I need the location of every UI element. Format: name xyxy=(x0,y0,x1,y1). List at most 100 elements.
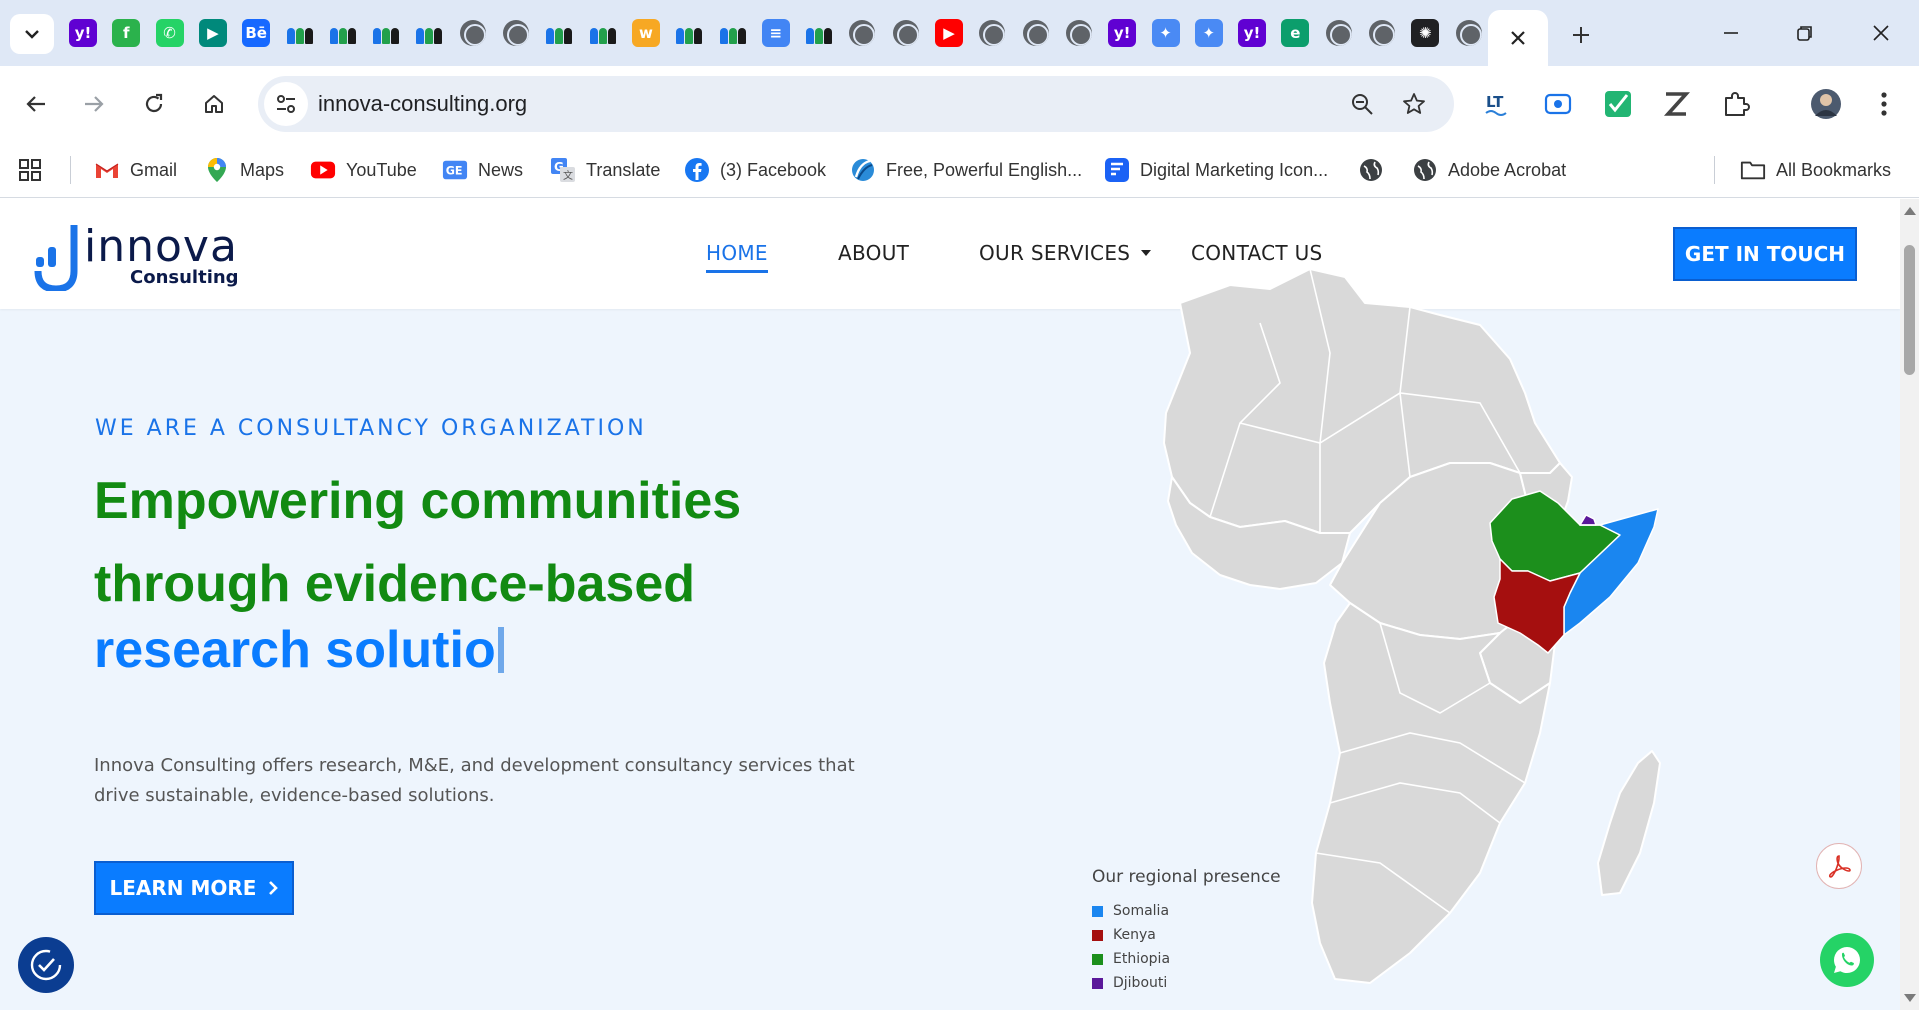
forward-button[interactable] xyxy=(74,84,114,124)
apps-grid-icon xyxy=(19,159,41,181)
globe-icon xyxy=(1412,157,1438,183)
nav-about[interactable]: ABOUT xyxy=(838,241,909,265)
background-tab[interactable]: ▶ xyxy=(932,16,966,50)
legend-label: Somalia xyxy=(1113,903,1170,919)
close-window-button[interactable] xyxy=(1856,14,1906,52)
background-tab[interactable] xyxy=(845,16,879,50)
background-tab[interactable] xyxy=(1019,16,1053,50)
star-icon xyxy=(1403,93,1425,114)
reload-button[interactable] xyxy=(134,84,174,124)
bookmark-star-button[interactable] xyxy=(1398,88,1430,120)
get-in-touch-button[interactable]: GET IN TOUCH xyxy=(1673,227,1857,281)
background-tab[interactable]: Bē xyxy=(239,16,273,50)
active-tab[interactable] xyxy=(1488,10,1548,66)
zoom-button[interactable] xyxy=(1346,88,1378,120)
edge-icon: e xyxy=(1281,19,1310,47)
bookmark-flaticon[interactable]: Digital Marketing Icon... xyxy=(1104,150,1328,190)
profile-avatar-button[interactable] xyxy=(1808,86,1844,122)
background-tab[interactable] xyxy=(283,16,317,50)
globe-icon xyxy=(892,20,919,46)
background-tab[interactable] xyxy=(672,16,706,50)
site-info-button[interactable] xyxy=(264,82,308,126)
nav-home[interactable]: HOME xyxy=(706,241,768,273)
people-icon xyxy=(414,20,444,46)
background-tab[interactable]: ✺ xyxy=(1408,16,1442,50)
background-tab[interactable] xyxy=(456,16,490,50)
scroll-down-arrow[interactable] xyxy=(1904,994,1916,1002)
page-scrollbar[interactable] xyxy=(1900,199,1919,1010)
background-tab[interactable] xyxy=(586,16,620,50)
background-tab[interactable]: y! xyxy=(66,16,100,50)
background-tab[interactable]: y! xyxy=(1235,16,1269,50)
background-tab[interactable]: ▶ xyxy=(196,16,230,50)
bookmark-translate[interactable]: G文 Translate xyxy=(550,150,660,190)
scroll-up-arrow[interactable] xyxy=(1904,207,1916,215)
background-tab[interactable] xyxy=(1322,16,1356,50)
background-tab[interactable]: ✦ xyxy=(1149,16,1183,50)
nav-our-services[interactable]: OUR SERVICES xyxy=(979,241,1152,265)
web-page: innova Consulting HOME ABOUT OUR SERVICE… xyxy=(0,199,1900,1010)
pdf-button[interactable] xyxy=(1816,843,1862,889)
whatsapp-chat-button[interactable] xyxy=(1820,933,1874,987)
bookmark-facebook[interactable]: (3) Facebook xyxy=(684,150,826,190)
accessibility-button[interactable] xyxy=(18,937,74,993)
background-tab[interactable] xyxy=(1062,16,1096,50)
background-tab[interactable] xyxy=(1365,16,1399,50)
address-bar[interactable]: innova-consulting.org xyxy=(258,76,1454,132)
background-tab[interactable] xyxy=(326,16,360,50)
restore-button[interactable] xyxy=(1780,14,1830,52)
chevron-down-icon xyxy=(25,30,39,39)
background-tab[interactable] xyxy=(412,16,446,50)
tab-search-button[interactable] xyxy=(10,14,54,54)
scroll-thumb[interactable] xyxy=(1904,245,1915,375)
background-tab[interactable]: e xyxy=(1278,16,1312,50)
bookmark-globe[interactable] xyxy=(1358,150,1384,190)
background-tab[interactable]: ✦ xyxy=(1192,16,1226,50)
all-bookmarks-button[interactable]: All Bookmarks xyxy=(1740,150,1891,190)
learn-more-button[interactable]: LEARN MORE xyxy=(94,861,294,915)
country-djibouti xyxy=(1579,514,1597,526)
close-icon[interactable] xyxy=(1509,29,1527,47)
screen-recorder-extension[interactable] xyxy=(1540,86,1576,122)
background-tab[interactable] xyxy=(369,16,403,50)
background-tab[interactable]: ✆ xyxy=(153,16,187,50)
background-tab[interactable]: y! xyxy=(1105,16,1139,50)
zotero-extension[interactable] xyxy=(1658,86,1694,122)
extensions-button[interactable] xyxy=(1718,86,1754,122)
bookmark-adobe-acrobat[interactable]: Adobe Acrobat xyxy=(1412,150,1566,190)
apps-button[interactable] xyxy=(18,150,42,190)
url-text[interactable]: innova-consulting.org xyxy=(318,91,527,117)
grammar-extension[interactable] xyxy=(1600,86,1636,122)
background-tab[interactable] xyxy=(542,16,576,50)
learn-more-label: LEARN MORE xyxy=(109,876,257,900)
bookmark-english-tool[interactable]: Free, Powerful English... xyxy=(850,150,1082,190)
background-tab[interactable] xyxy=(802,16,836,50)
tab-strip: y! f ✆ ▶ Bē w ≡ ▶ y! ✦ ✦ y! e ✺ xyxy=(0,0,1919,66)
nav-contact-us[interactable]: CONTACT US xyxy=(1191,241,1323,265)
background-tab[interactable]: ≡ xyxy=(759,16,793,50)
bookmark-gmail[interactable]: Gmail xyxy=(94,150,177,190)
workday-icon: w xyxy=(631,19,660,47)
background-tab[interactable] xyxy=(889,16,923,50)
background-tab[interactable] xyxy=(1452,16,1486,50)
minimize-button[interactable] xyxy=(1706,14,1756,52)
new-tab-button[interactable] xyxy=(1562,16,1600,54)
home-button[interactable] xyxy=(194,84,234,124)
background-tab[interactable]: f xyxy=(109,16,143,50)
globe-icon xyxy=(1325,20,1352,46)
site-logo[interactable]: innova Consulting xyxy=(34,221,244,293)
background-tab[interactable] xyxy=(716,16,750,50)
languagetool-extension[interactable]: LT xyxy=(1480,86,1516,122)
browser-menu-button[interactable] xyxy=(1866,86,1902,122)
bookmark-maps[interactable]: Maps xyxy=(204,150,284,190)
bookmark-youtube[interactable]: YouTube xyxy=(310,150,417,190)
doc-icon: ≡ xyxy=(761,19,790,47)
typed-text: research solutio xyxy=(94,621,496,679)
background-tab[interactable]: w xyxy=(629,16,663,50)
background-tab[interactable] xyxy=(975,16,1009,50)
translate-icon: G文 xyxy=(550,157,576,183)
background-tab[interactable] xyxy=(499,16,533,50)
back-button[interactable] xyxy=(16,84,56,124)
bookmark-news[interactable]: GE News xyxy=(442,150,523,190)
all-bookmarks-label: All Bookmarks xyxy=(1776,159,1892,180)
